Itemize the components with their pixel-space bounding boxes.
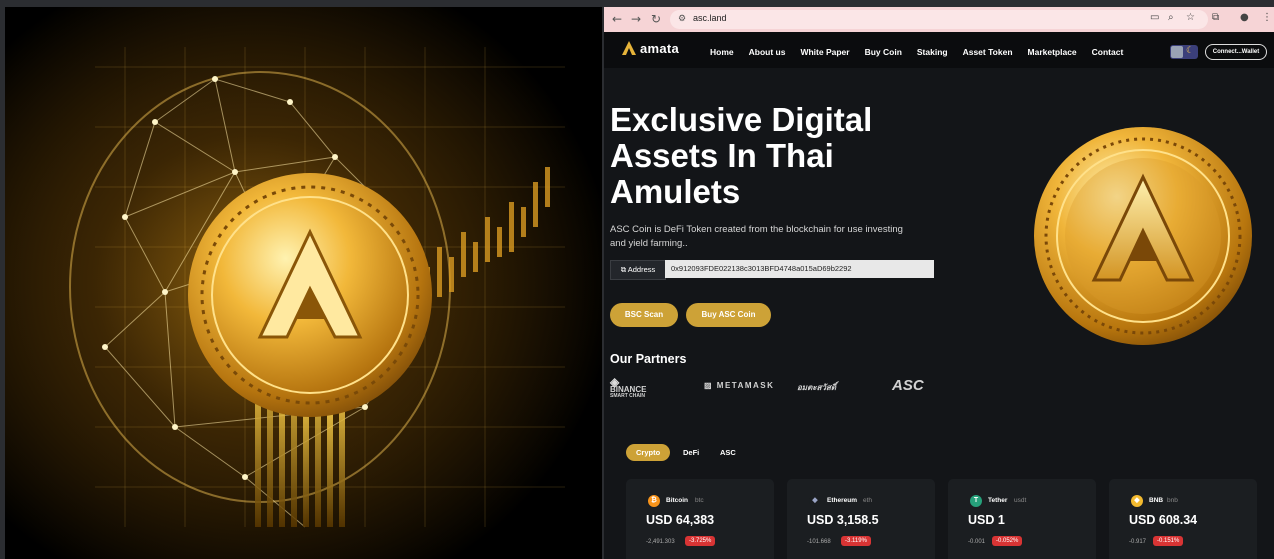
coin-change-percent: -0.052%	[992, 536, 1023, 546]
coin-price: USD 64,383	[646, 513, 715, 527]
nav-about-us[interactable]: About us	[749, 47, 786, 57]
back-icon[interactable]: ←	[612, 11, 622, 28]
reload-icon[interactable]: ↻	[651, 11, 661, 28]
coin-name: Ethereum	[827, 497, 857, 504]
nav-marketplace[interactable]: Marketplace	[1028, 47, 1077, 57]
coin-symbol: usdt	[1014, 497, 1027, 504]
coin-card-tether[interactable]: T Tether usdt USD 1 -0.001 -0.052%	[948, 479, 1096, 559]
tab-defi[interactable]: DeFi	[683, 444, 699, 461]
coin-name: Tether	[988, 497, 1008, 504]
partner-logo-metamask[interactable]: ▨ METAMASK	[704, 381, 774, 390]
coin-symbol: eth	[863, 497, 873, 504]
coin-price: USD 3,158.5	[807, 513, 879, 527]
site-info-icon[interactable]: ⚙	[678, 13, 686, 24]
light-mode-icon	[1171, 46, 1183, 58]
coin-symbol: btc	[695, 497, 704, 504]
tab-crypto[interactable]: Crypto	[626, 444, 671, 461]
bnb-icon: ◆	[1131, 495, 1143, 507]
nav-home[interactable]: Home	[710, 47, 734, 57]
bookmark-star-icon[interactable]: ☆	[1186, 12, 1195, 23]
profile-avatar-icon[interactable]: ●	[1240, 12, 1249, 23]
bsc-scan-button[interactable]: BSC Scan	[610, 303, 678, 327]
tab-asc[interactable]: ASC	[720, 444, 736, 461]
menu-dots-icon[interactable]: ⋮	[1262, 12, 1272, 23]
address-label[interactable]: ⧉ Address	[610, 260, 666, 280]
site-logo[interactable]: amata	[621, 40, 679, 56]
coin-card-bitcoin[interactable]: ₿ Bitcoin btc USD 64,383 -2,491.303 -3.7…	[626, 479, 774, 559]
coin-change: -0.917	[1129, 539, 1147, 545]
copy-icon: ⧉	[620, 265, 627, 274]
url-text[interactable]: asc.land	[693, 13, 727, 23]
connect-wallet-button[interactable]: Connect...Wallet	[1205, 44, 1267, 60]
nav-staking[interactable]: Staking	[917, 47, 948, 57]
buy-asc-coin-button[interactable]: Buy ASC Coin	[686, 303, 771, 327]
ethereum-icon: ◆	[809, 495, 821, 507]
coin-change-percent: -0.151%	[1153, 536, 1184, 546]
coin-change: -0.001	[968, 539, 986, 545]
coin-name: BNB	[1149, 497, 1164, 504]
nav-buy-coin[interactable]: Buy Coin	[865, 47, 902, 57]
forward-icon[interactable]: →	[631, 11, 641, 28]
partner-logo-asc[interactable]: ASC	[892, 377, 924, 394]
main-menu: Home About us White Paper Buy Coin Staki…	[710, 47, 1123, 57]
site-navbar: amata Home About us White Paper Buy Coin…	[604, 32, 1274, 68]
hero-title: Exclusive Digital Assets In Thai Amulets	[610, 101, 873, 210]
logo-text: amata	[640, 40, 680, 56]
coin-price: USD 608.34	[1129, 513, 1198, 527]
hero-description: ASC Coin is DeFi Token created from the …	[610, 224, 903, 249]
browser-toolbar: ← → ↻ ⚙ asc.land ▭ ⌕ ☆ ⧉ ● ⋮	[604, 7, 1274, 32]
coin-card-bnb[interactable]: ◆ BNB bnb USD 608.34 -0.917 -0.151%	[1109, 479, 1257, 559]
tether-icon: T	[970, 495, 982, 507]
extensions-icon[interactable]: ⧉	[1212, 12, 1219, 23]
coin-change-percent: -3.725%	[685, 536, 716, 546]
browser-window: ← → ↻ ⚙ asc.land ▭ ⌕ ☆ ⧉ ● ⋮ amata Home …	[604, 7, 1274, 559]
partners-title: Our Partners	[610, 352, 687, 366]
coin-name: Bitcoin	[666, 497, 689, 504]
coin-change: -101.668	[807, 539, 831, 545]
address-bar[interactable]: ⚙ asc.land	[670, 10, 1208, 29]
partner-logo-amatasawat[interactable]: อมตะสวัสดิ์	[797, 381, 836, 394]
nav-asset-token[interactable]: Asset Token	[963, 47, 1013, 57]
asc-coin-image	[1034, 127, 1252, 345]
coin-artwork-image	[5, 7, 602, 559]
nav-contact[interactable]: Contact	[1092, 47, 1124, 57]
coin-change: -2,491.303	[646, 539, 675, 545]
coin-card-ethereum[interactable]: ◆ Ethereum eth USD 3,158.5 -101.668 -3.1…	[787, 479, 935, 559]
zoom-icon[interactable]: ⌕	[1168, 12, 1174, 23]
theme-toggle[interactable]: ☾	[1170, 45, 1198, 59]
moon-icon: ☾	[1186, 45, 1195, 55]
partner-logo-binance[interactable]: ◈ BINANCE SMART CHAIN	[610, 376, 646, 400]
contract-address-field[interactable]: 0x912093FDE022138c3013BFD4748a015aD69b22…	[665, 260, 934, 278]
coin-price: USD 1	[968, 513, 1005, 527]
cast-icon[interactable]: ▭	[1150, 12, 1159, 23]
nav-white-paper[interactable]: White Paper	[800, 47, 849, 57]
coin-symbol: bnb	[1167, 497, 1178, 504]
bitcoin-icon: ₿	[648, 495, 660, 507]
coin-change-percent: -3.119%	[841, 536, 871, 546]
amata-logo-icon	[622, 41, 636, 55]
metamask-fox-icon: ▨	[704, 381, 714, 390]
